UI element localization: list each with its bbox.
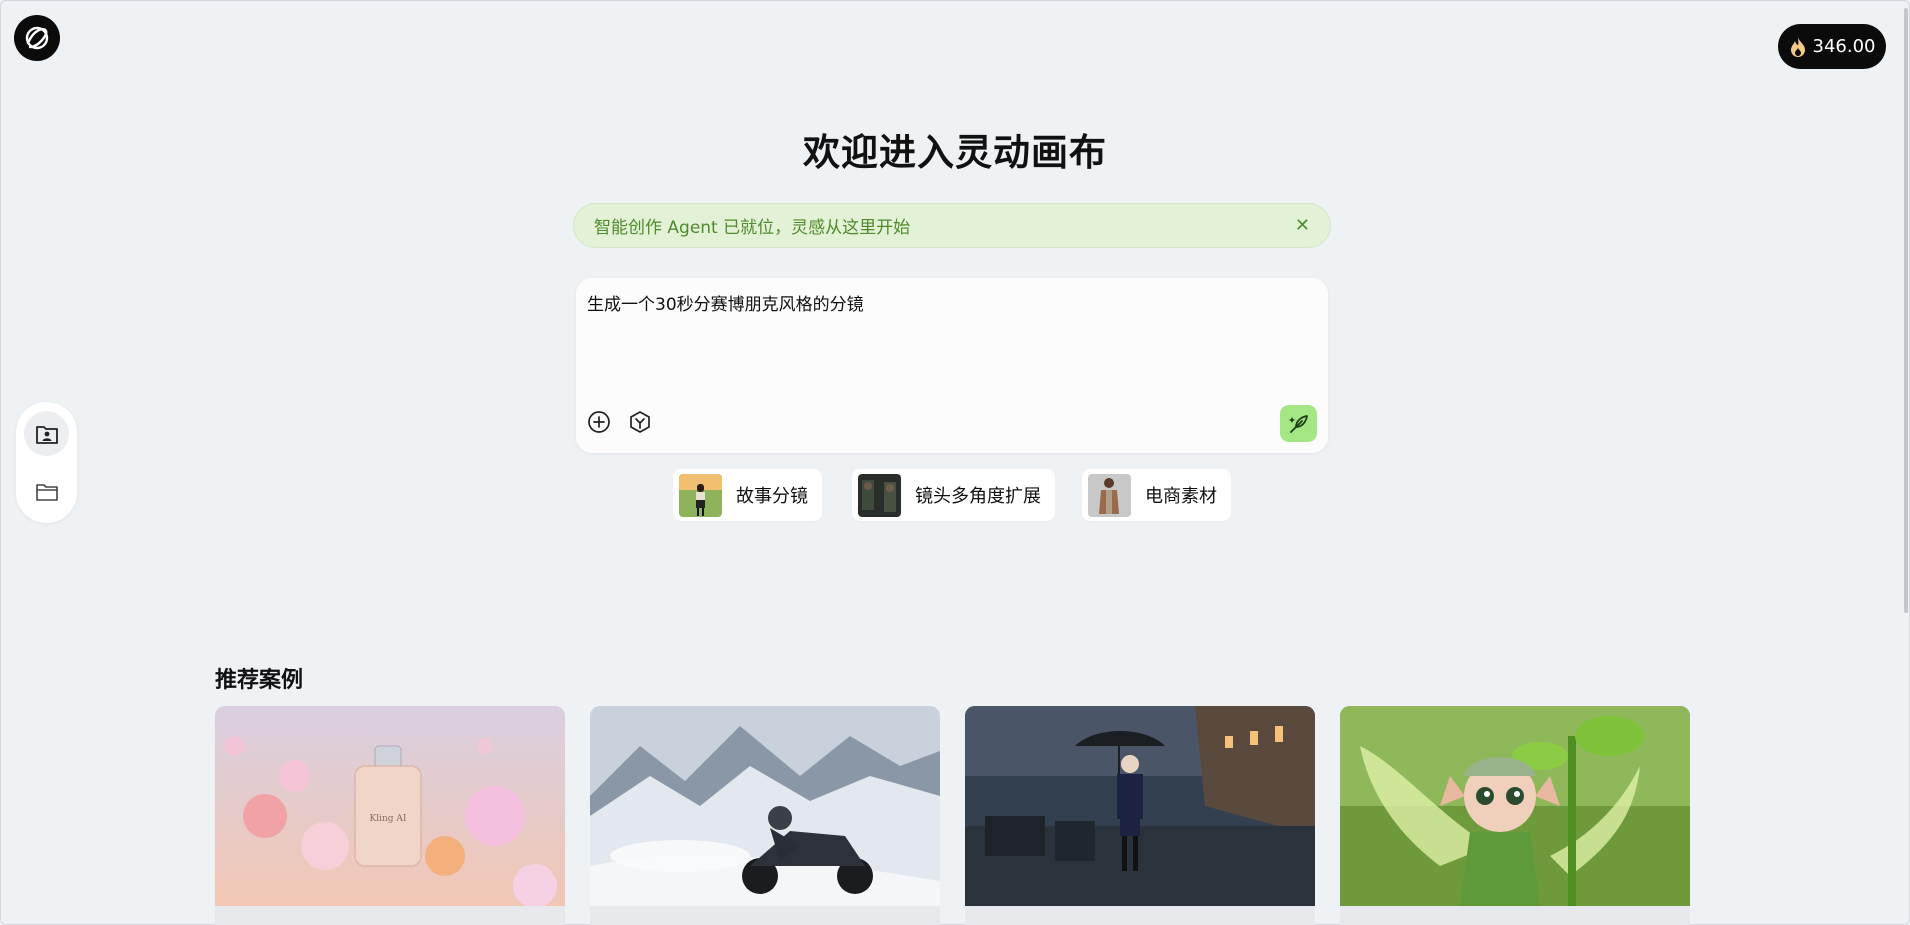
logo-icon	[25, 26, 49, 50]
sidebar-item-profile[interactable]	[24, 411, 69, 456]
perfume-label: Kling AI	[370, 814, 407, 824]
page-title: 欢迎进入灵动画布	[803, 131, 1107, 174]
case-image-elf	[1340, 706, 1690, 906]
chip-multi-angle-shot[interactable]: 镜头多角度扩展	[852, 469, 1055, 521]
chip-thumbnail	[679, 473, 722, 517]
credits-badge[interactable]: 346.00	[1778, 24, 1886, 69]
chip-label: 故事分镜	[736, 486, 808, 507]
credits-value: 346.00	[1812, 36, 1876, 57]
add-attachment-button[interactable]	[586, 409, 612, 435]
model-select-button[interactable]	[627, 409, 653, 435]
prompt-input[interactable]: 生成一个30秒分赛博朋克风格的分镜	[587, 290, 864, 315]
flame-icon	[1790, 36, 1805, 57]
case-card-rainy-night[interactable]	[965, 706, 1315, 925]
profile-folder-icon	[35, 425, 58, 444]
case-image-perfume: Kling AI	[215, 706, 565, 906]
chip-label: 镜头多角度扩展	[915, 486, 1041, 507]
sidebar	[16, 402, 77, 523]
case-card-perfume[interactable]: Kling AI	[215, 706, 565, 925]
app-logo[interactable]	[14, 15, 60, 61]
case-card-motorcycle[interactable]	[590, 706, 940, 925]
close-icon[interactable]: ✕	[1295, 215, 1310, 236]
chip-ecommerce-assets[interactable]: 电商素材	[1082, 469, 1231, 521]
plus-circle-icon	[588, 411, 610, 433]
notice-text: 智能创作 Agent 已就位，灵感从这里开始	[594, 218, 911, 238]
feather-send-icon	[1288, 414, 1308, 433]
sidebar-item-folder[interactable]	[24, 469, 69, 514]
recommended-title: 推荐案例	[215, 668, 304, 693]
chip-thumbnail	[858, 473, 901, 517]
agent-notice-banner: 智能创作 Agent 已就位，灵感从这里开始 ✕	[573, 203, 1331, 248]
send-button[interactable]	[1280, 405, 1317, 442]
folder-icon	[35, 483, 58, 501]
cube-icon	[630, 411, 650, 433]
chip-story-storyboard[interactable]: 故事分镜	[673, 469, 822, 521]
case-card-elf[interactable]	[1340, 706, 1690, 925]
chip-thumbnail	[1088, 473, 1131, 517]
scrollbar[interactable]	[1904, 8, 1908, 613]
prompt-composer[interactable]: 生成一个30秒分赛博朋克风格的分镜	[576, 278, 1328, 453]
chip-label: 电商素材	[1145, 486, 1217, 507]
case-image-rainy-night	[965, 706, 1315, 906]
case-image-motorcycle	[590, 706, 940, 906]
